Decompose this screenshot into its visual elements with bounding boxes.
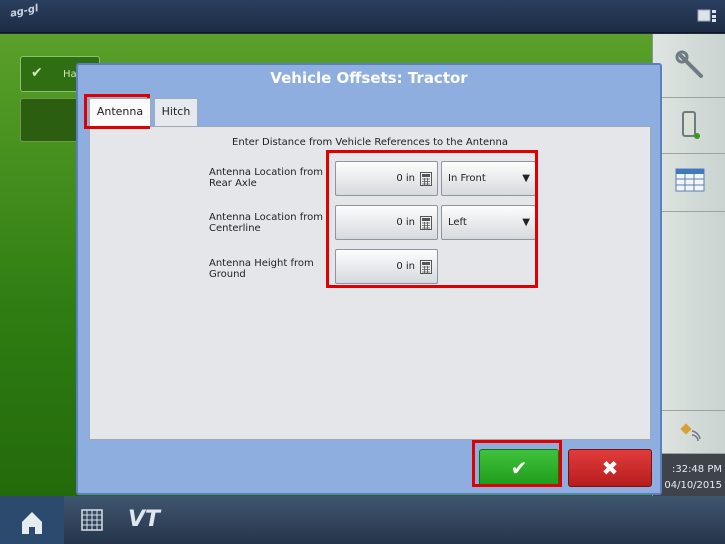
instruction-text: Enter Distance from Vehicle References t… bbox=[232, 137, 508, 148]
centerline-direction-value: Left bbox=[448, 217, 467, 228]
centerline-distance-input[interactable]: 0 in bbox=[335, 205, 438, 240]
grid-icon bbox=[81, 509, 103, 531]
side-toolbar: :32:48 PM 04/10/2015 bbox=[652, 34, 725, 496]
wrench-icon bbox=[675, 50, 705, 84]
rear-axle-direction-value: In Front bbox=[448, 173, 486, 184]
tab-hitch[interactable]: Hitch bbox=[154, 98, 198, 126]
rear-axle-distance-value: 0 in bbox=[396, 173, 415, 184]
rear-axle-direction-select[interactable]: In Front ▼ bbox=[441, 161, 536, 196]
device-button[interactable] bbox=[653, 98, 725, 154]
satellite-icon bbox=[678, 421, 702, 449]
vt-button[interactable]: VT bbox=[120, 496, 168, 544]
table-button[interactable] bbox=[653, 154, 725, 212]
display-settings-icon[interactable] bbox=[697, 8, 717, 24]
bottom-nav-bar: VT bbox=[0, 496, 725, 544]
device-icon bbox=[680, 108, 700, 144]
close-icon: ✖ bbox=[601, 456, 619, 480]
dropdown-arrow-icon: ▼ bbox=[522, 217, 530, 228]
rear-axle-label: Antenna Location from Rear Axle bbox=[209, 167, 323, 189]
vehicle-offsets-dialog: Vehicle Offsets: Tractor Antenna Hitch E… bbox=[76, 63, 662, 495]
tab-antenna[interactable]: Antenna bbox=[89, 98, 151, 126]
brand-logo: ag-gl bbox=[9, 3, 40, 20]
centerline-direction-select[interactable]: Left ▼ bbox=[441, 205, 536, 240]
centerline-distance-value: 0 in bbox=[396, 217, 415, 228]
clock-date: 04/10/2015 bbox=[664, 480, 722, 491]
height-input[interactable]: 0 in bbox=[335, 249, 438, 284]
home-button[interactable] bbox=[0, 496, 64, 544]
tools-button[interactable] bbox=[653, 34, 725, 98]
grid-view-button[interactable] bbox=[68, 496, 116, 544]
height-value: 0 in bbox=[396, 261, 415, 272]
calculator-icon bbox=[420, 172, 432, 186]
clock-display: :32:48 PM 04/10/2015 bbox=[653, 454, 725, 496]
calculator-icon bbox=[420, 216, 432, 230]
ok-button[interactable]: ✔ bbox=[479, 449, 559, 487]
antenna-tab-panel: Enter Distance from Vehicle References t… bbox=[89, 126, 651, 440]
rear-axle-distance-input[interactable]: 0 in bbox=[335, 161, 438, 196]
cancel-button[interactable]: ✖ bbox=[568, 449, 652, 487]
status-bar: ag-gl bbox=[0, 0, 725, 33]
height-label: Antenna Height from Ground bbox=[209, 258, 314, 280]
home-icon bbox=[0, 496, 64, 544]
centerline-label: Antenna Location from Centerline bbox=[209, 212, 323, 234]
dropdown-arrow-icon: ▼ bbox=[522, 173, 530, 184]
checkmark-icon: ✔ bbox=[510, 456, 528, 480]
check-icon: ✔ bbox=[31, 65, 43, 81]
clock-time: :32:48 PM bbox=[671, 464, 722, 475]
background-row-label: Ha bbox=[63, 69, 77, 80]
table-icon bbox=[675, 168, 705, 196]
calculator-icon bbox=[420, 260, 432, 274]
satellite-button[interactable] bbox=[653, 410, 725, 454]
dialog-title: Vehicle Offsets: Tractor bbox=[270, 69, 468, 87]
